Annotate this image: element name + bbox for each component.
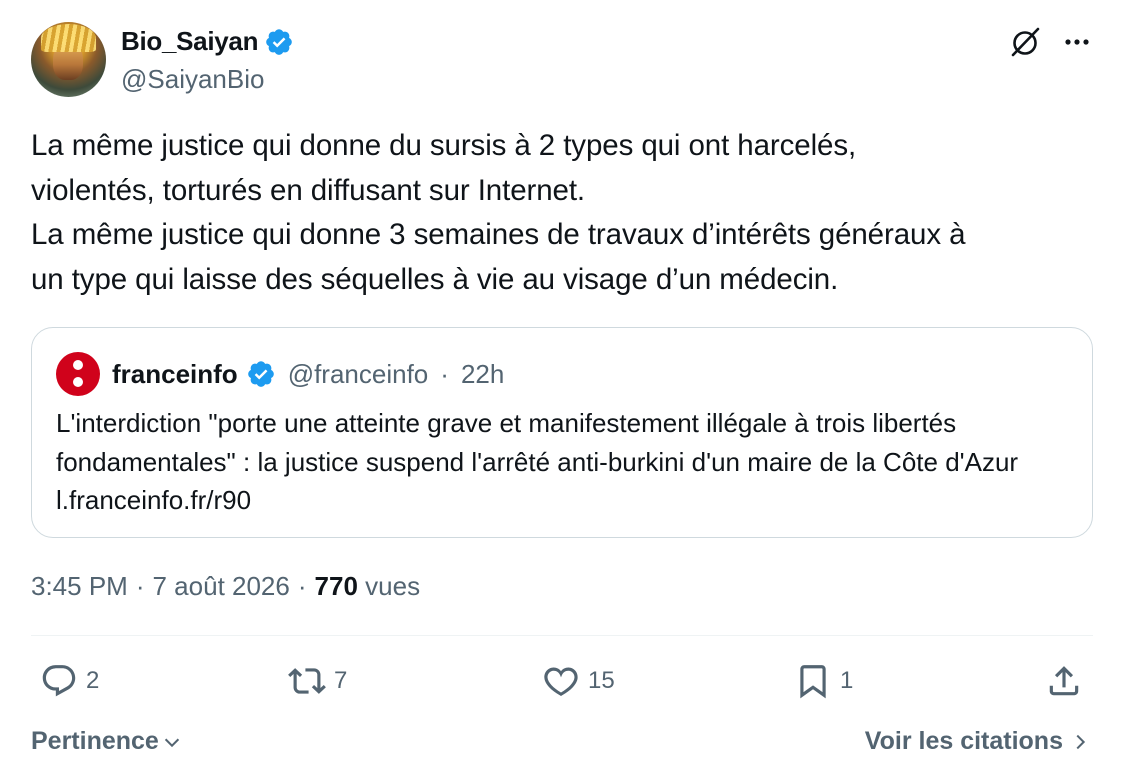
- tweet-text: La même justice qui donne du sursis à 2 …: [31, 129, 966, 296]
- tweet-meta: 3:45 PM · 7 août 2026 · 770 vues: [31, 571, 420, 602]
- chevron-right-icon: [1076, 734, 1086, 749]
- quoted-separator: ·: [440, 358, 449, 389]
- view-quotes-link[interactable]: Voir les citations: [865, 727, 1091, 756]
- grok-icon[interactable]: [1007, 24, 1043, 60]
- reply-button[interactable]: 2: [40, 662, 99, 700]
- bookmark-icon: [800, 665, 826, 699]
- bookmark-button[interactable]: 1: [794, 662, 853, 700]
- sort-dropdown[interactable]: Pertinence: [31, 727, 183, 756]
- author-name-row: Bio_Saiyan: [121, 26, 294, 57]
- reply-icon: [42, 665, 76, 697]
- divider: [31, 635, 1093, 636]
- author-avatar[interactable]: [31, 22, 106, 97]
- quotes-label: Voir les citations: [864, 727, 1063, 755]
- franceinfo-avatar[interactable]: [56, 352, 100, 396]
- like-button[interactable]: 15: [542, 662, 615, 700]
- repost-count: 7: [334, 667, 348, 694]
- verified-badge-icon[interactable]: [264, 27, 294, 57]
- like-count: 15: [588, 667, 615, 694]
- tweet-time[interactable]: 3:45 PM: [31, 571, 128, 602]
- sort-label: Pertinence: [31, 727, 159, 755]
- author-handle[interactable]: @SaiyanBio: [121, 64, 264, 95]
- share-button[interactable]: [1045, 662, 1083, 700]
- views-count: 770: [314, 571, 358, 601]
- like-icon: [544, 667, 578, 696]
- bookmark-count: 1: [840, 667, 854, 694]
- tweet-date[interactable]: 7 août 2026: [153, 571, 290, 602]
- more-icon[interactable]: [1060, 30, 1094, 54]
- quoted-display-name[interactable]: franceinfo: [112, 359, 238, 390]
- repost-icon: [288, 668, 326, 694]
- share-icon: [1049, 666, 1079, 696]
- repost-button[interactable]: 7: [288, 662, 347, 700]
- quoted-tweet-card[interactable]: franceinfo @franceinfo · 22h L'interdict…: [31, 327, 1093, 538]
- reply-count: 2: [86, 667, 100, 694]
- views-label: vues: [365, 571, 421, 601]
- quoted-time[interactable]: 22h: [461, 359, 504, 390]
- meta-separator: ·: [135, 571, 145, 601]
- chevron-down-icon: [164, 738, 179, 747]
- quoted-handle[interactable]: @franceinfo: [288, 359, 429, 390]
- author-display-name[interactable]: Bio_Saiyan: [121, 26, 258, 57]
- quoted-tweet-header: franceinfo @franceinfo · 22h: [56, 352, 504, 396]
- verified-badge-icon[interactable]: [246, 359, 276, 389]
- meta-separator: ·: [297, 571, 307, 601]
- quoted-tweet-text: L'interdiction "porte une atteinte grave…: [56, 408, 1019, 515]
